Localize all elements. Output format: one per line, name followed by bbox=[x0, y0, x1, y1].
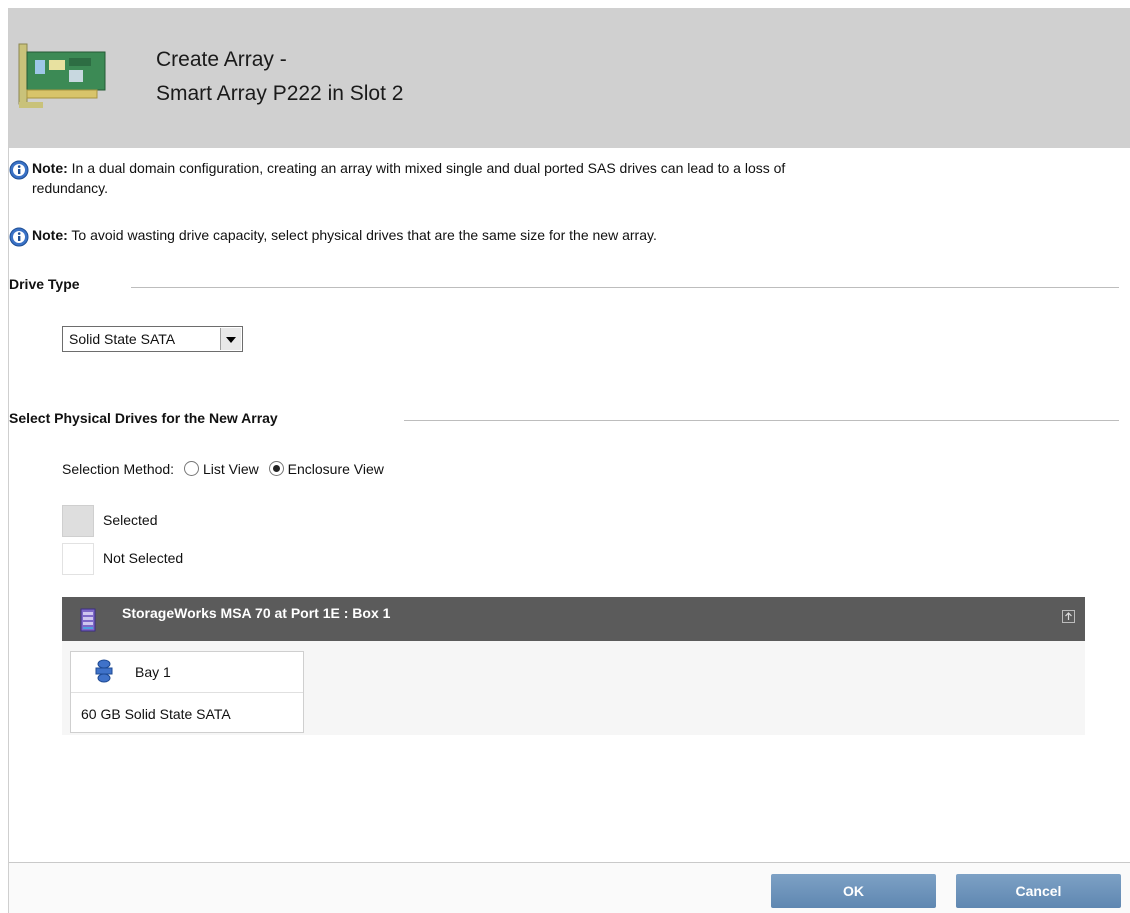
radio-label-enclosure-view[interactable]: Enclosure View bbox=[288, 461, 384, 477]
legend-selected-label: Selected bbox=[103, 512, 158, 528]
collapse-icon bbox=[1065, 612, 1072, 620]
note-label: Note: bbox=[32, 160, 68, 176]
info-icon bbox=[9, 227, 29, 247]
controller-card-icon bbox=[18, 43, 106, 108]
cancel-button[interactable]: Cancel bbox=[956, 874, 1121, 908]
dialog-title-line1: Create Array - bbox=[156, 48, 287, 71]
selection-method-label: Selection Method: bbox=[62, 461, 175, 477]
section-title-drive-type: Drive Type bbox=[9, 276, 80, 292]
drive-bay-card[interactable]: Bay 1 60 GB Solid State SATA bbox=[70, 651, 304, 733]
radio-enclosure-view[interactable] bbox=[268, 461, 284, 476]
drive-type-selected-value: Solid State SATA bbox=[69, 331, 176, 347]
section-divider bbox=[131, 287, 1119, 288]
enclosure-panel: StorageWorks MSA 70 at Port 1E : Box 1 B… bbox=[62, 597, 1085, 735]
dialog-header: Create Array - Smart Array P222 in Slot … bbox=[9, 8, 1130, 148]
note-text-line1: In a dual domain configuration, creating… bbox=[71, 160, 786, 176]
section-divider bbox=[404, 420, 1119, 421]
note-text: To avoid wasting drive capacity, select … bbox=[71, 227, 657, 243]
drive-bay-label: Bay 1 bbox=[135, 664, 171, 680]
radio-list-view[interactable] bbox=[183, 461, 199, 476]
storage-enclosure-icon bbox=[80, 608, 96, 632]
note-label: Note: bbox=[32, 227, 68, 243]
drive-bay-header: Bay 1 bbox=[71, 652, 303, 693]
collapse-button[interactable] bbox=[1062, 610, 1075, 623]
create-array-dialog: Create Array - Smart Array P222 in Slot … bbox=[8, 8, 1130, 913]
enclosure-title: StorageWorks MSA 70 at Port 1E : Box 1 bbox=[122, 605, 391, 621]
legend-selected-swatch bbox=[62, 505, 94, 537]
drive-type-select[interactable]: Solid State SATA bbox=[62, 326, 243, 352]
legend-not-selected-swatch bbox=[62, 543, 94, 575]
selection-method-row: Selection Method: List View Enclosure Vi… bbox=[62, 461, 384, 477]
note-text-line2: redundancy. bbox=[32, 180, 109, 196]
radio-label-list-view[interactable]: List View bbox=[203, 461, 259, 477]
section-title-physical-drives: Select Physical Drives for the New Array bbox=[9, 410, 278, 426]
drive-capacity-text: 60 GB Solid State SATA bbox=[81, 706, 231, 722]
info-icon bbox=[9, 160, 29, 180]
dialog-footer: OK Cancel bbox=[9, 863, 1130, 913]
hard-drive-icon bbox=[95, 659, 113, 683]
enclosure-header: StorageWorks MSA 70 at Port 1E : Box 1 bbox=[62, 597, 1085, 641]
legend-not-selected-label: Not Selected bbox=[103, 550, 184, 566]
chevron-down-icon[interactable] bbox=[220, 328, 241, 350]
ok-button[interactable]: OK bbox=[771, 874, 936, 908]
dialog-title-line2: Smart Array P222 in Slot 2 bbox=[156, 82, 404, 105]
